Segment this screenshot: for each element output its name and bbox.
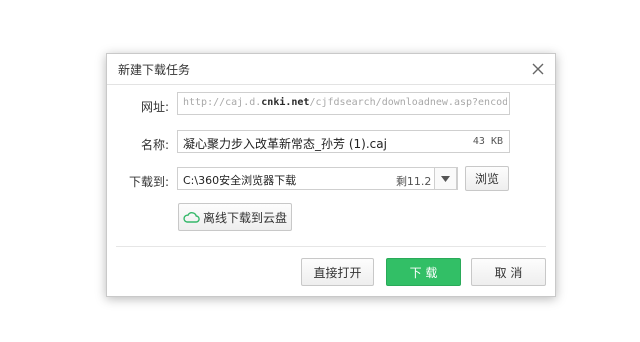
file-size: 43 KB: [472, 136, 503, 147]
close-button[interactable]: [527, 58, 549, 80]
cancel-button[interactable]: 取 消: [471, 258, 546, 286]
save-path-field[interactable]: C:\360安全浏览器下载 剩11.2 GB: [177, 167, 458, 190]
url-suffix: /cjfdsearch/downloadnew.asp?encode=g: [309, 97, 507, 108]
name-label: 名称:: [140, 138, 169, 152]
cloud-icon: [183, 212, 200, 223]
url-field[interactable]: http://caj.d.cnki.net/cjfdsearch/downloa…: [177, 92, 510, 115]
open-directly-label: 直接打开: [313, 265, 362, 280]
url-value: http://caj.d.cnki.net/cjfdsearch/downloa…: [183, 97, 507, 108]
browse-button-label: 浏览: [474, 172, 499, 186]
url-domain: cnki.net: [261, 97, 310, 108]
url-label: 网址:: [140, 100, 169, 114]
footer-divider: [116, 246, 546, 247]
path-dropdown-button[interactable]: [434, 167, 457, 190]
save-path-value: C:\360安全浏览器下载: [183, 174, 297, 187]
open-directly-button[interactable]: 直接打开: [301, 258, 374, 286]
offline-download-label: 离线下载到云盘: [202, 210, 287, 225]
filename-field[interactable]: 凝心聚力步入改革新常态_孙芳 (1).caj 43 KB: [177, 130, 510, 153]
dialog-titlebar: 新建下载任务: [107, 54, 555, 85]
cancel-button-label: 取 消: [494, 265, 523, 280]
chevron-down-icon: [441, 175, 450, 182]
offline-download-button[interactable]: 离线下载到云盘: [178, 203, 292, 231]
new-download-dialog: 新建下载任务 网址: http://caj.d.cnki.net/cjfdsea…: [106, 53, 556, 297]
save-path-label: 下载到:: [128, 175, 169, 189]
download-button-label: 下 载: [409, 265, 438, 280]
url-prefix: http://caj.d.: [183, 97, 262, 108]
dialog-title: 新建下载任务: [118, 63, 191, 77]
close-icon: [532, 63, 544, 75]
browse-button[interactable]: 浏览: [465, 166, 509, 191]
download-button[interactable]: 下 载: [386, 258, 461, 286]
filename-value: 凝心聚力步入改革新常态_孙芳 (1).caj: [183, 137, 387, 151]
